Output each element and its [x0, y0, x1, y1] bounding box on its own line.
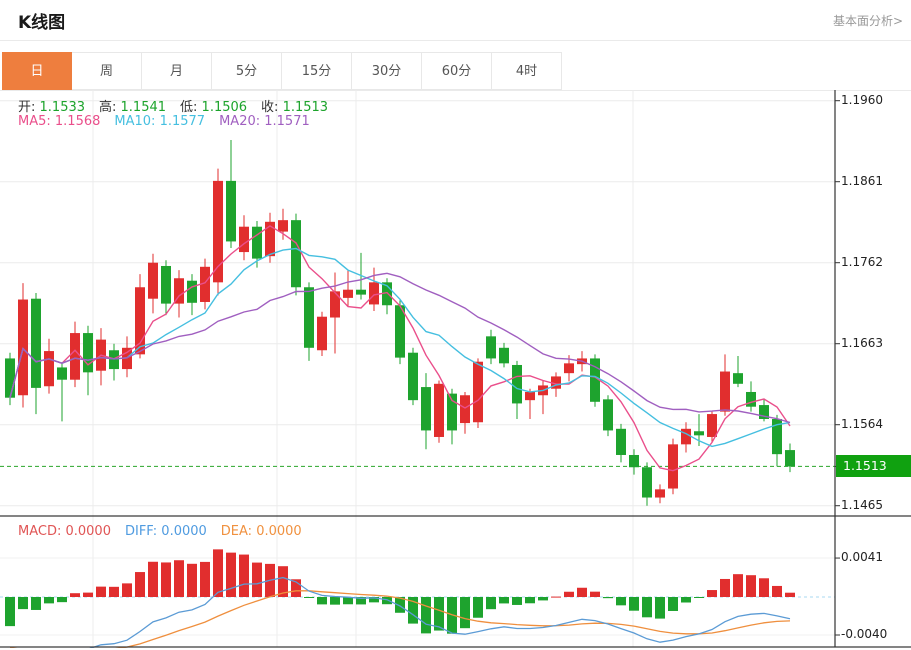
tab-period-6[interactable]: 30分 [352, 52, 422, 90]
readout-field: MA10: 1.1577 [114, 114, 205, 129]
price-axis-label: 1.1960 [841, 93, 883, 107]
readout-field: 高: 1.1541 [99, 100, 166, 115]
macd-axis-label: 0.0041 [841, 550, 883, 564]
ohlc-readout: 开: 1.1533 高: 1.1541 低: 1.1506 收: 1.1513 [18, 96, 342, 115]
price-axis-label: 1.1663 [841, 336, 883, 350]
readout-field: 收: 1.1513 [261, 100, 328, 115]
readout-field: 开: 1.1533 [18, 100, 85, 115]
kline-widget: K线图 基本面分析> 日周月5分15分30分60分4时 开: 1.1533 高: … [0, 0, 911, 650]
period-tab-bar: 日周月5分15分30分60分4时 [2, 52, 562, 90]
ma-readout: MA5: 1.1568 MA10: 1.1577 MA20: 1.1571 [18, 114, 324, 129]
readout-field: MA20: 1.1571 [219, 114, 310, 129]
price-axis-label: 1.1762 [841, 255, 883, 269]
tab-period-8[interactable]: 4时 [492, 52, 562, 90]
readout-field: 低: 1.1506 [180, 100, 247, 115]
readout-field: MACD: 0.0000 [18, 524, 111, 539]
kline-chart-canvas[interactable] [0, 90, 911, 648]
tab-period-4[interactable]: 5分 [212, 52, 282, 90]
page-title: K线图 [18, 8, 65, 33]
tab-period-3[interactable]: 月 [142, 52, 212, 90]
readout-field: DEA: 0.0000 [221, 524, 302, 539]
price-axis-label: 1.1564 [841, 417, 883, 431]
price-axis-label: 1.1861 [841, 174, 883, 188]
current-price-badge: 1.1513 [836, 455, 911, 477]
readout-field: DIFF: 0.0000 [125, 524, 207, 539]
header-divider [0, 40, 911, 41]
tab-period-1[interactable]: 日 [2, 52, 72, 90]
fundamental-analysis-link[interactable]: 基本面分析> [833, 12, 903, 29]
price-axis-label: 1.1465 [841, 498, 883, 512]
tab-period-2[interactable]: 周 [72, 52, 142, 90]
tab-period-7[interactable]: 60分 [422, 52, 492, 90]
readout-field: MA5: 1.1568 [18, 114, 100, 129]
tab-period-5[interactable]: 15分 [282, 52, 352, 90]
macd-readout: MACD: 0.0000 DIFF: 0.0000 DEA: 0.0000 [18, 524, 316, 539]
macd-axis-label: -0.0040 [841, 627, 887, 641]
